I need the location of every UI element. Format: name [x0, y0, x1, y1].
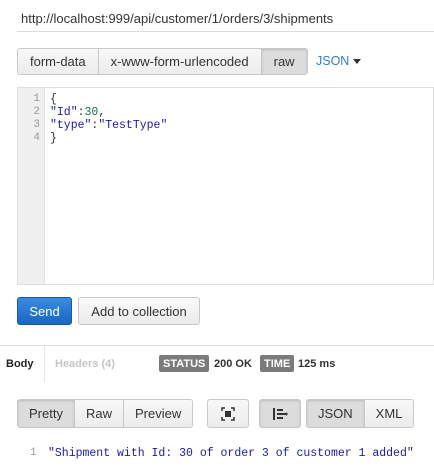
status-value: 200 OK — [214, 358, 252, 370]
tab-headers[interactable]: Headers (4) — [55, 358, 115, 370]
json-button[interactable]: JSON — [307, 400, 365, 427]
code-token: "TestType" — [98, 119, 168, 132]
url-input[interactable]: http://localhost:999/api/customer/1/orde… — [17, 4, 434, 32]
line-number: 3 — [33, 119, 40, 131]
chevron-down-icon — [353, 59, 362, 64]
urlencoded-button[interactable]: x-www-form-urlencoded — [98, 49, 262, 74]
tab-separator — [44, 346, 45, 382]
code-token: , — [98, 106, 106, 119]
wrap-lines-button[interactable] — [259, 399, 301, 428]
form-data-button[interactable]: form-data — [18, 49, 99, 74]
view-selector: Pretty Raw Preview — [17, 399, 194, 428]
code-line: } — [50, 132, 57, 145]
xml-button[interactable]: XML — [364, 400, 414, 427]
pretty-button[interactable]: Pretty — [18, 400, 75, 427]
line-number: 1 — [33, 93, 40, 105]
language-dropdown[interactable]: JSON — [316, 54, 362, 68]
code-token: } — [50, 132, 57, 145]
fullscreen-button[interactable] — [207, 399, 249, 428]
status-badge: STATUS — [159, 355, 210, 372]
send-button[interactable]: Send — [17, 297, 72, 325]
code-token: "type" — [50, 119, 92, 132]
language-label: JSON — [316, 54, 350, 68]
code-line: { — [50, 93, 57, 106]
add-to-collection-button[interactable]: Add to collection — [78, 297, 200, 325]
body-type-selector: form-data x-www-form-urlencoded raw — [17, 48, 308, 75]
time-badge: TIME — [260, 355, 295, 372]
response-language-selector: JSON XML — [306, 399, 415, 428]
line-number: 2 — [33, 106, 40, 118]
fullscreen-icon — [221, 406, 235, 421]
tab-body[interactable]: Body — [6, 358, 34, 370]
code-line: "type":"TestType" — [50, 119, 167, 132]
request-body-editor[interactable]: 1 2 3 4 { "Id":30, "type":"TestType" } — [17, 87, 434, 285]
code-token: { — [50, 93, 57, 106]
line-number: 4 — [33, 132, 40, 144]
code-token: 30 — [84, 106, 99, 119]
section-divider — [0, 345, 434, 346]
wrap-icon — [273, 407, 288, 420]
preview-button[interactable]: Preview — [123, 400, 193, 427]
raw-button[interactable]: raw — [261, 49, 307, 74]
line-number: 1 — [30, 447, 37, 459]
response-text: "Shipment with Id: 30 of order 3 of cust… — [48, 447, 414, 460]
code-line: "Id":30, — [50, 106, 105, 119]
code-token: : — [77, 106, 85, 119]
time-value: 125 ms — [298, 358, 336, 370]
raw-view-button[interactable]: Raw — [74, 400, 124, 427]
code-token: "Id" — [50, 106, 78, 119]
